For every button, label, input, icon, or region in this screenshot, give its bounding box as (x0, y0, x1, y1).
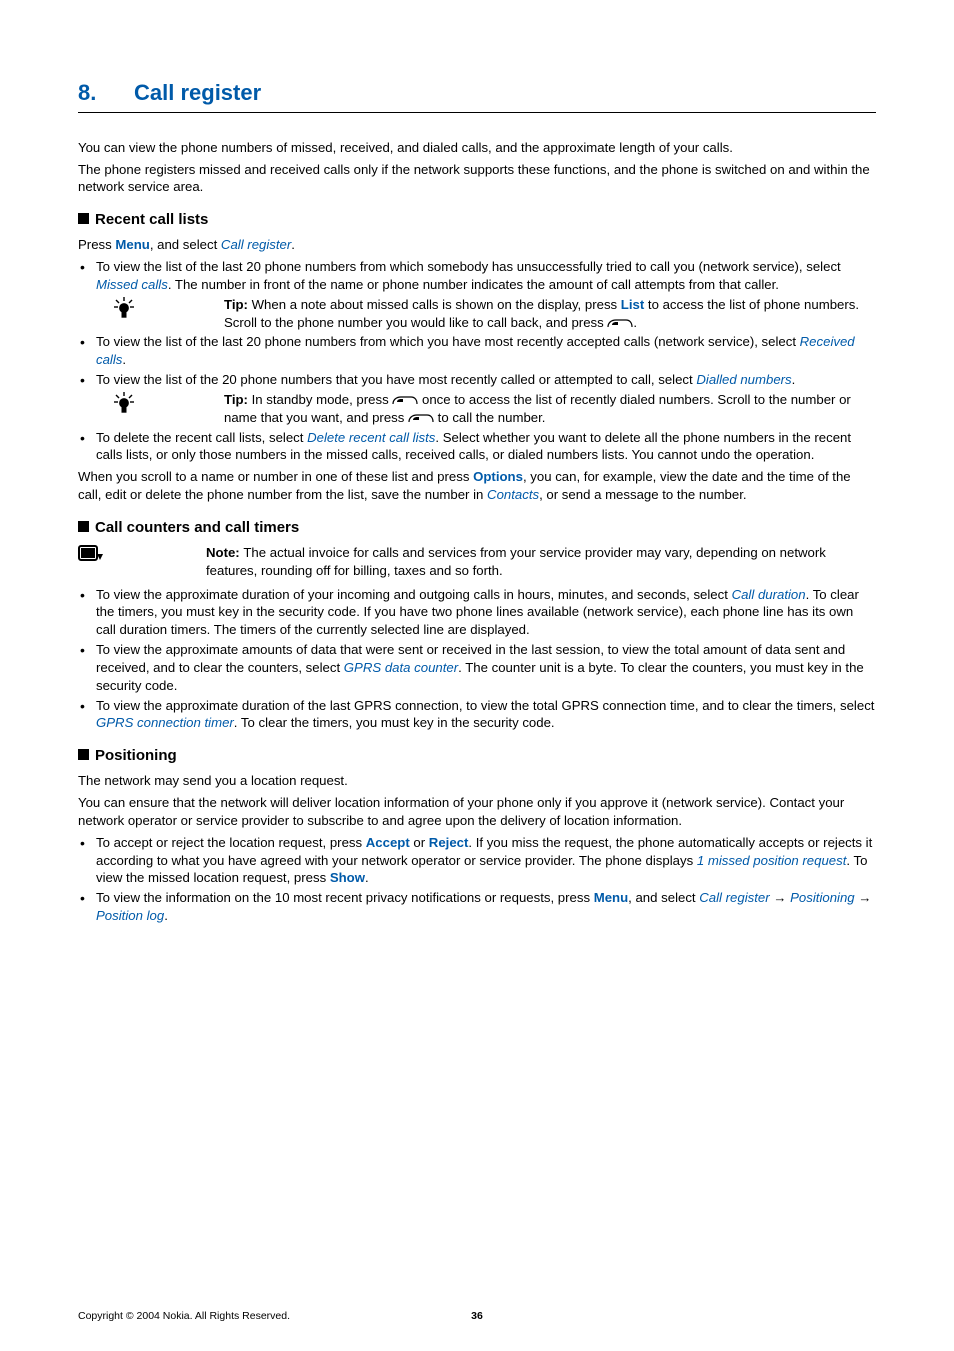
arrow: → (770, 890, 791, 905)
contacts-ref: Contacts (487, 487, 539, 502)
tip-1-content: Tip: When a note about missed calls is s… (142, 296, 876, 332)
tip-label: Tip: (224, 297, 252, 312)
call-key-icon (408, 410, 434, 420)
counters-bullet-3: To view the approximate duration of the … (78, 697, 876, 733)
bullet-square-icon (78, 521, 89, 532)
text: . (164, 908, 168, 923)
call-duration-ref: Call duration (732, 587, 806, 602)
text: When a note about missed calls is shown … (252, 297, 621, 312)
delete-recent-ref: Delete recent call lists (307, 430, 435, 445)
text: . (792, 372, 796, 387)
text: To view the approximate duration of your… (96, 587, 732, 602)
section-heading-counters: Call counters and call timers (78, 518, 876, 538)
page-number: 36 (471, 1309, 483, 1323)
text: To view the list of the 20 phone numbers… (96, 372, 696, 387)
text: To delete the recent call lists, select (96, 430, 307, 445)
text: . (365, 870, 369, 885)
positioning-p2: You can ensure that the network will del… (78, 794, 876, 830)
call-key-icon (392, 392, 418, 402)
dialled-numbers-ref: Dialled numbers (696, 372, 791, 387)
text: or (410, 835, 429, 850)
section-title-recent: Recent call lists (95, 211, 208, 228)
recent-bullet-2: To view the list of the last 20 phone nu… (78, 333, 876, 369)
tip-icon (114, 296, 142, 324)
chapter-number: 8. (78, 78, 134, 108)
call-register-ref: Call register (221, 237, 291, 252)
show-label: Show (330, 870, 365, 885)
tip-row-1: Tip: When a note about missed calls is s… (114, 296, 876, 332)
call-register-ref: Call register (699, 890, 769, 905)
positioning-ref: Positioning (790, 890, 855, 905)
section-heading-positioning: Positioning (78, 746, 876, 766)
gprs-connection-timer-ref: GPRS connection timer (96, 715, 234, 730)
note-row: Note: The actual invoice for calls and s… (78, 544, 876, 580)
text: The actual invoice for calls and service… (206, 545, 826, 578)
positioning-bullet-2: To view the information on the 10 most r… (78, 889, 876, 925)
options-label: Options (473, 469, 523, 484)
recent-bullet-4: To delete the recent call lists, select … (78, 429, 876, 465)
section-title-positioning: Positioning (95, 747, 177, 764)
text: . (291, 237, 295, 252)
text: In standby mode, press (252, 392, 393, 407)
note-content: Note: The actual invoice for calls and s… (106, 544, 876, 580)
text: To accept or reject the location request… (96, 835, 366, 850)
reject-label: Reject (429, 835, 469, 850)
text: . The number in front of the name or pho… (168, 277, 779, 292)
list-label: List (621, 297, 644, 312)
text: To view the information on the 10 most r… (96, 890, 594, 905)
tip-2-content: Tip: In standby mode, press once to acce… (142, 391, 876, 427)
text: To view the list of the last 20 phone nu… (96, 334, 800, 349)
recent-bullet-1: To view the list of the last 20 phone nu… (78, 258, 876, 331)
missed-calls-ref: Missed calls (96, 277, 168, 292)
arrow: → (855, 890, 872, 905)
bullet-square-icon (78, 213, 89, 224)
note-label: Note: (206, 545, 243, 560)
recent-tail: When you scroll to a name or number in o… (78, 468, 876, 504)
counters-bullet-1: To view the approximate duration of your… (78, 586, 876, 639)
tip-row-2: Tip: In standby mode, press once to acce… (114, 391, 876, 427)
chapter-heading: 8. Call register (78, 78, 876, 113)
position-log-ref: Position log (96, 908, 164, 923)
tip-icon (114, 391, 142, 419)
text: . To clear the timers, you must key in t… (234, 715, 555, 730)
positioning-p1: The network may send you a location requ… (78, 772, 876, 790)
page-footer: Copyright © 2004 Nokia. All Rights Reser… (78, 1309, 876, 1323)
menu-label: Menu (594, 890, 628, 905)
bullet-square-icon (78, 749, 89, 760)
recent-press-line: Press Menu, and select Call register. (78, 236, 876, 254)
text: to call the number. (434, 410, 545, 425)
text: . (633, 315, 637, 330)
gprs-data-counter-ref: GPRS data counter (344, 660, 458, 675)
text: , and select (150, 237, 221, 252)
chapter-title: Call register (134, 78, 261, 108)
text: , and select (628, 890, 699, 905)
text: . (122, 352, 126, 367)
positioning-bullet-1: To accept or reject the location request… (78, 834, 876, 887)
text: To view the list of the last 20 phone nu… (96, 259, 841, 274)
call-key-icon (607, 315, 633, 325)
section-heading-recent: Recent call lists (78, 210, 876, 230)
missed-position-ref: 1 missed position request (697, 853, 847, 868)
intro-p1: You can view the phone numbers of missed… (78, 139, 876, 157)
copyright-text: Copyright © 2004 Nokia. All Rights Reser… (78, 1310, 290, 1322)
recent-bullet-3: To view the list of the 20 phone numbers… (78, 371, 876, 426)
note-icon (78, 544, 106, 570)
section-title-counters: Call counters and call timers (95, 519, 299, 536)
menu-label: Menu (115, 237, 149, 252)
counters-bullet-2: To view the approximate amounts of data … (78, 641, 876, 694)
accept-label: Accept (366, 835, 410, 850)
text: To view the approximate duration of the … (96, 698, 874, 713)
intro-p2: The phone registers missed and received … (78, 161, 876, 197)
text: When you scroll to a name or number in o… (78, 469, 473, 484)
text: , or send a message to the number. (539, 487, 746, 502)
tip-label: Tip: (224, 392, 252, 407)
text: Press (78, 237, 115, 252)
